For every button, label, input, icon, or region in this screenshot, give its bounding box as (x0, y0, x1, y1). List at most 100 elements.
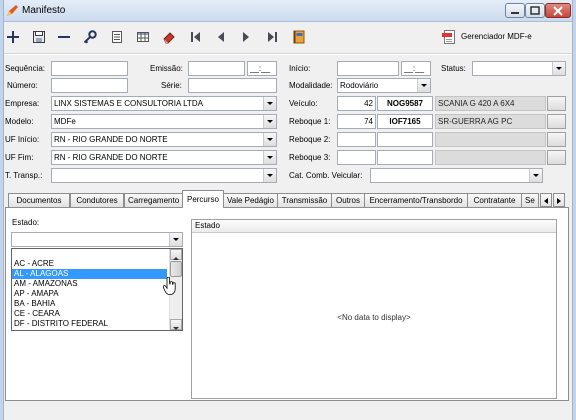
chevron-down-icon[interactable] (263, 115, 276, 128)
reboque1-lookup-button[interactable] (547, 114, 566, 129)
save-button[interactable] (29, 27, 49, 47)
reboque1-plate-input[interactable] (377, 114, 433, 129)
cat-comb-select[interactable] (370, 168, 543, 183)
numero-input[interactable] (51, 78, 128, 93)
reboque3-code-input[interactable] (337, 150, 376, 165)
tab-transmissao[interactable]: Transmissão (277, 193, 332, 207)
estado-dropdown-list[interactable]: AC - ACRE AL - ALAGOAS AM - AMAZONAS AP … (11, 248, 183, 331)
chevron-down-icon[interactable] (169, 233, 182, 246)
tab-se[interactable]: Se (521, 193, 539, 207)
first-record-button[interactable] (186, 27, 206, 47)
add-button[interactable] (3, 27, 23, 47)
reboque3-label: Reboque 3: (289, 153, 331, 162)
next-record-button[interactable] (236, 27, 256, 47)
veiculo-label: Veículo: (289, 99, 318, 108)
veiculo-description-field (435, 96, 546, 111)
tab-contratante[interactable]: Contratante (467, 193, 522, 207)
status-select[interactable] (472, 61, 566, 76)
status-label: Status: (441, 64, 466, 73)
mdfe-manager-label: Gerenciador MDF-e (461, 32, 532, 41)
previous-record-button[interactable] (211, 27, 231, 47)
clear-button[interactable] (159, 27, 179, 47)
reboque3-description-field (435, 150, 546, 165)
tab-vale-pedagio[interactable]: Vale Pedágio (223, 193, 278, 207)
uf-inicio-select[interactable]: RN - RIO GRANDE DO NORTE (51, 132, 277, 147)
manifesto-window: Manifesto Gerenciador MDF-e Sequência: E… (0, 0, 576, 420)
next-record-icon (243, 32, 249, 42)
tab-scroll-right-button[interactable] (553, 193, 565, 207)
chevron-down-icon[interactable] (529, 169, 542, 182)
scroll-up-button[interactable] (170, 249, 182, 260)
minimize-icon (511, 11, 519, 14)
list-button[interactable] (107, 27, 127, 47)
reboque3-plate-input[interactable] (377, 150, 433, 165)
tab-condutores[interactable]: Condutores (70, 193, 124, 207)
search-button[interactable] (80, 27, 100, 47)
reboque2-lookup-button[interactable] (547, 132, 566, 147)
reboque1-code-input[interactable] (337, 114, 376, 129)
emissao-date-input[interactable] (188, 61, 245, 76)
modelo-select[interactable]: MDFe (51, 114, 277, 129)
reboque2-plate-input[interactable] (377, 132, 433, 147)
tab-scroll-left-button[interactable] (540, 193, 552, 207)
estado-option-highlighted[interactable]: AL - ALAGOAS (12, 269, 167, 279)
tab-outros[interactable]: Outros (331, 193, 365, 207)
chevron-down-icon[interactable] (417, 79, 430, 92)
estado-select[interactable] (11, 232, 183, 247)
scroll-thumb[interactable] (170, 261, 182, 277)
uf-fim-value: RN - RIO GRANDE DO NORTE (54, 153, 168, 162)
tab-documentos[interactable]: Documentos (8, 193, 70, 207)
serie-input[interactable] (188, 78, 277, 93)
veiculo-lookup-button[interactable] (547, 96, 566, 111)
sequencia-input[interactable] (51, 61, 128, 76)
emissao-label: Emissão: (150, 64, 183, 73)
save-icon (33, 31, 45, 43)
inicio-time-input[interactable] (401, 61, 431, 76)
chevron-down-icon[interactable] (263, 151, 276, 164)
veiculo-code-input[interactable] (337, 96, 376, 111)
notebook-button[interactable] (289, 27, 309, 47)
veiculo-plate-input[interactable] (377, 96, 433, 111)
last-record-button[interactable] (262, 27, 282, 47)
close-button[interactable] (545, 3, 571, 18)
minimize-button[interactable] (505, 3, 525, 18)
chevron-down-icon[interactable] (552, 62, 565, 75)
tab-encerramento-transbordo[interactable]: Encerramento/Transbordo (364, 193, 468, 207)
estado-option[interactable]: BA - BAHIA (12, 299, 167, 309)
estado-label: Estado: (12, 218, 40, 227)
inicio-date-input[interactable] (337, 61, 399, 76)
emissao-time-input[interactable] (247, 61, 277, 76)
modalidade-select[interactable]: Rodoviário (337, 78, 431, 93)
estado-option-blank[interactable] (12, 249, 167, 259)
reboque3-lookup-button[interactable] (547, 150, 566, 165)
empresa-select[interactable]: LINX SISTEMAS E CONSULTORIA LTDA (51, 96, 277, 111)
reboque2-description-field (435, 132, 546, 147)
t-transp-select[interactable] (51, 168, 277, 183)
estado-option[interactable]: DF - DISTRITO FEDERAL (12, 319, 167, 329)
window-title: Manifesto (22, 5, 66, 16)
scroll-down-button[interactable] (170, 319, 182, 330)
estado-option[interactable]: CE - CEARA (12, 309, 167, 319)
reboque2-code-input[interactable] (337, 132, 376, 147)
estado-grid[interactable]: Estado <No data to display> (191, 219, 557, 399)
mdfe-manager-button[interactable]: Gerenciador MDF-e (439, 27, 539, 47)
tab-carregamento[interactable]: Carregamento (124, 193, 183, 207)
chevron-down-icon[interactable] (263, 133, 276, 146)
table-button[interactable] (133, 27, 153, 47)
remove-button[interactable] (54, 27, 74, 47)
grid-column-header-estado[interactable]: Estado (192, 220, 556, 233)
reboque1-description-field (435, 114, 546, 129)
uf-fim-select[interactable]: RN - RIO GRANDE DO NORTE (51, 150, 277, 165)
mdfe-icon (442, 30, 455, 44)
estado-option[interactable]: AP - AMAPA (12, 289, 167, 299)
chevron-down-icon[interactable] (263, 169, 276, 182)
maximize-button[interactable] (525, 3, 545, 18)
reboque1-label: Reboque 1: (289, 117, 331, 126)
list-icon (112, 31, 122, 43)
estado-option[interactable]: AM - AMAZONAS (12, 279, 167, 289)
maximize-icon (530, 5, 540, 15)
arrow-right-icon (557, 198, 561, 204)
tab-percurso[interactable]: Percurso (182, 190, 224, 208)
chevron-down-icon[interactable] (263, 97, 276, 110)
estado-option[interactable]: AC - ACRE (12, 259, 167, 269)
